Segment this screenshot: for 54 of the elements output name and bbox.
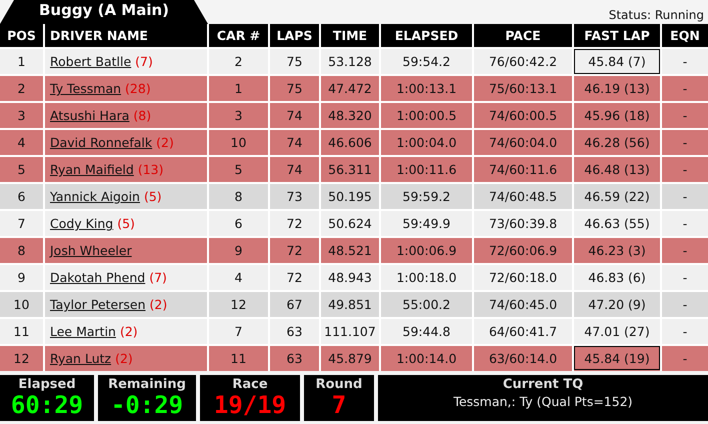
stat-label: Current TQ bbox=[502, 377, 584, 392]
driver-link[interactable]: Ryan Maifield bbox=[50, 162, 134, 177]
table-cell: 11 bbox=[208, 345, 269, 371]
driver-link[interactable]: Ty Tessman bbox=[50, 81, 122, 96]
driver-count: (7) bbox=[135, 54, 153, 69]
driver-link[interactable]: Lee Martin bbox=[50, 324, 116, 339]
column-header: ELAPSED bbox=[380, 24, 473, 48]
driver-count: (28) bbox=[125, 81, 151, 96]
driver-link[interactable]: Cody King bbox=[50, 216, 114, 231]
driver-link[interactable]: Taylor Petersen bbox=[50, 297, 146, 312]
driver-count: (2) bbox=[149, 297, 168, 312]
column-header: FAST LAP bbox=[573, 24, 661, 48]
stat-label: Race bbox=[232, 377, 268, 392]
column-header: POS bbox=[0, 24, 44, 48]
driver-link[interactable]: David Ronnefalk bbox=[50, 135, 152, 150]
driver-count: (8) bbox=[133, 108, 152, 123]
table-cell: - bbox=[661, 345, 708, 371]
stat-value: -0:29 bbox=[110, 392, 184, 418]
column-header: PACE bbox=[473, 24, 573, 48]
stat-label: Remaining bbox=[108, 377, 186, 392]
driver-count: (13) bbox=[138, 162, 164, 177]
table-cell: 45.879 bbox=[320, 345, 380, 371]
column-header: TIME bbox=[320, 24, 380, 48]
driver-count: (5) bbox=[117, 216, 135, 231]
driver-link[interactable]: Dakotah Phend bbox=[50, 270, 146, 285]
driver-count: (5) bbox=[144, 189, 162, 204]
driver-link[interactable]: Atsushi Hara bbox=[50, 108, 130, 123]
driver-link[interactable]: Ryan Lutz bbox=[50, 351, 112, 366]
stat-value: 19/19 bbox=[214, 392, 286, 418]
tq-value: Tessman,: Ty (Qual Pts=152) bbox=[453, 394, 633, 409]
driver-count: (2) bbox=[120, 324, 138, 339]
column-header: DRIVER NAME bbox=[44, 24, 208, 48]
stat-label: Elapsed bbox=[18, 377, 76, 392]
column-header: CAR # bbox=[208, 24, 269, 48]
table-cell: 1:00:14.0 bbox=[380, 345, 473, 371]
driver-count: (2) bbox=[156, 135, 174, 150]
table-cell: 63/60:14.0 bbox=[473, 345, 573, 371]
race-title: Buggy (A Main) bbox=[0, 0, 208, 24]
column-header: EQN bbox=[661, 24, 708, 48]
stat-value: 7 bbox=[332, 392, 346, 418]
driver-link[interactable]: Yannick Aigoin bbox=[50, 189, 140, 204]
table-cell: 12 bbox=[0, 345, 44, 371]
driver-link[interactable]: Robert Batlle bbox=[50, 54, 132, 69]
status-text: Status: Running bbox=[608, 8, 705, 24]
fast-lap-cell: 45.84 (19) bbox=[573, 345, 661, 371]
driver-count: (7) bbox=[149, 270, 167, 285]
fast-lap-cell: 45.84 (7) bbox=[573, 48, 661, 75]
fast-lap-cell: 47.01 (27) bbox=[573, 318, 661, 345]
table-cell: 63 bbox=[269, 345, 320, 371]
driver-count: (2) bbox=[115, 351, 133, 366]
driver-link[interactable]: Josh Wheeler bbox=[50, 243, 132, 258]
stat-label: Round bbox=[316, 377, 362, 392]
stat-value: 60:29 bbox=[10, 392, 84, 418]
column-header: LAPS bbox=[269, 24, 320, 48]
